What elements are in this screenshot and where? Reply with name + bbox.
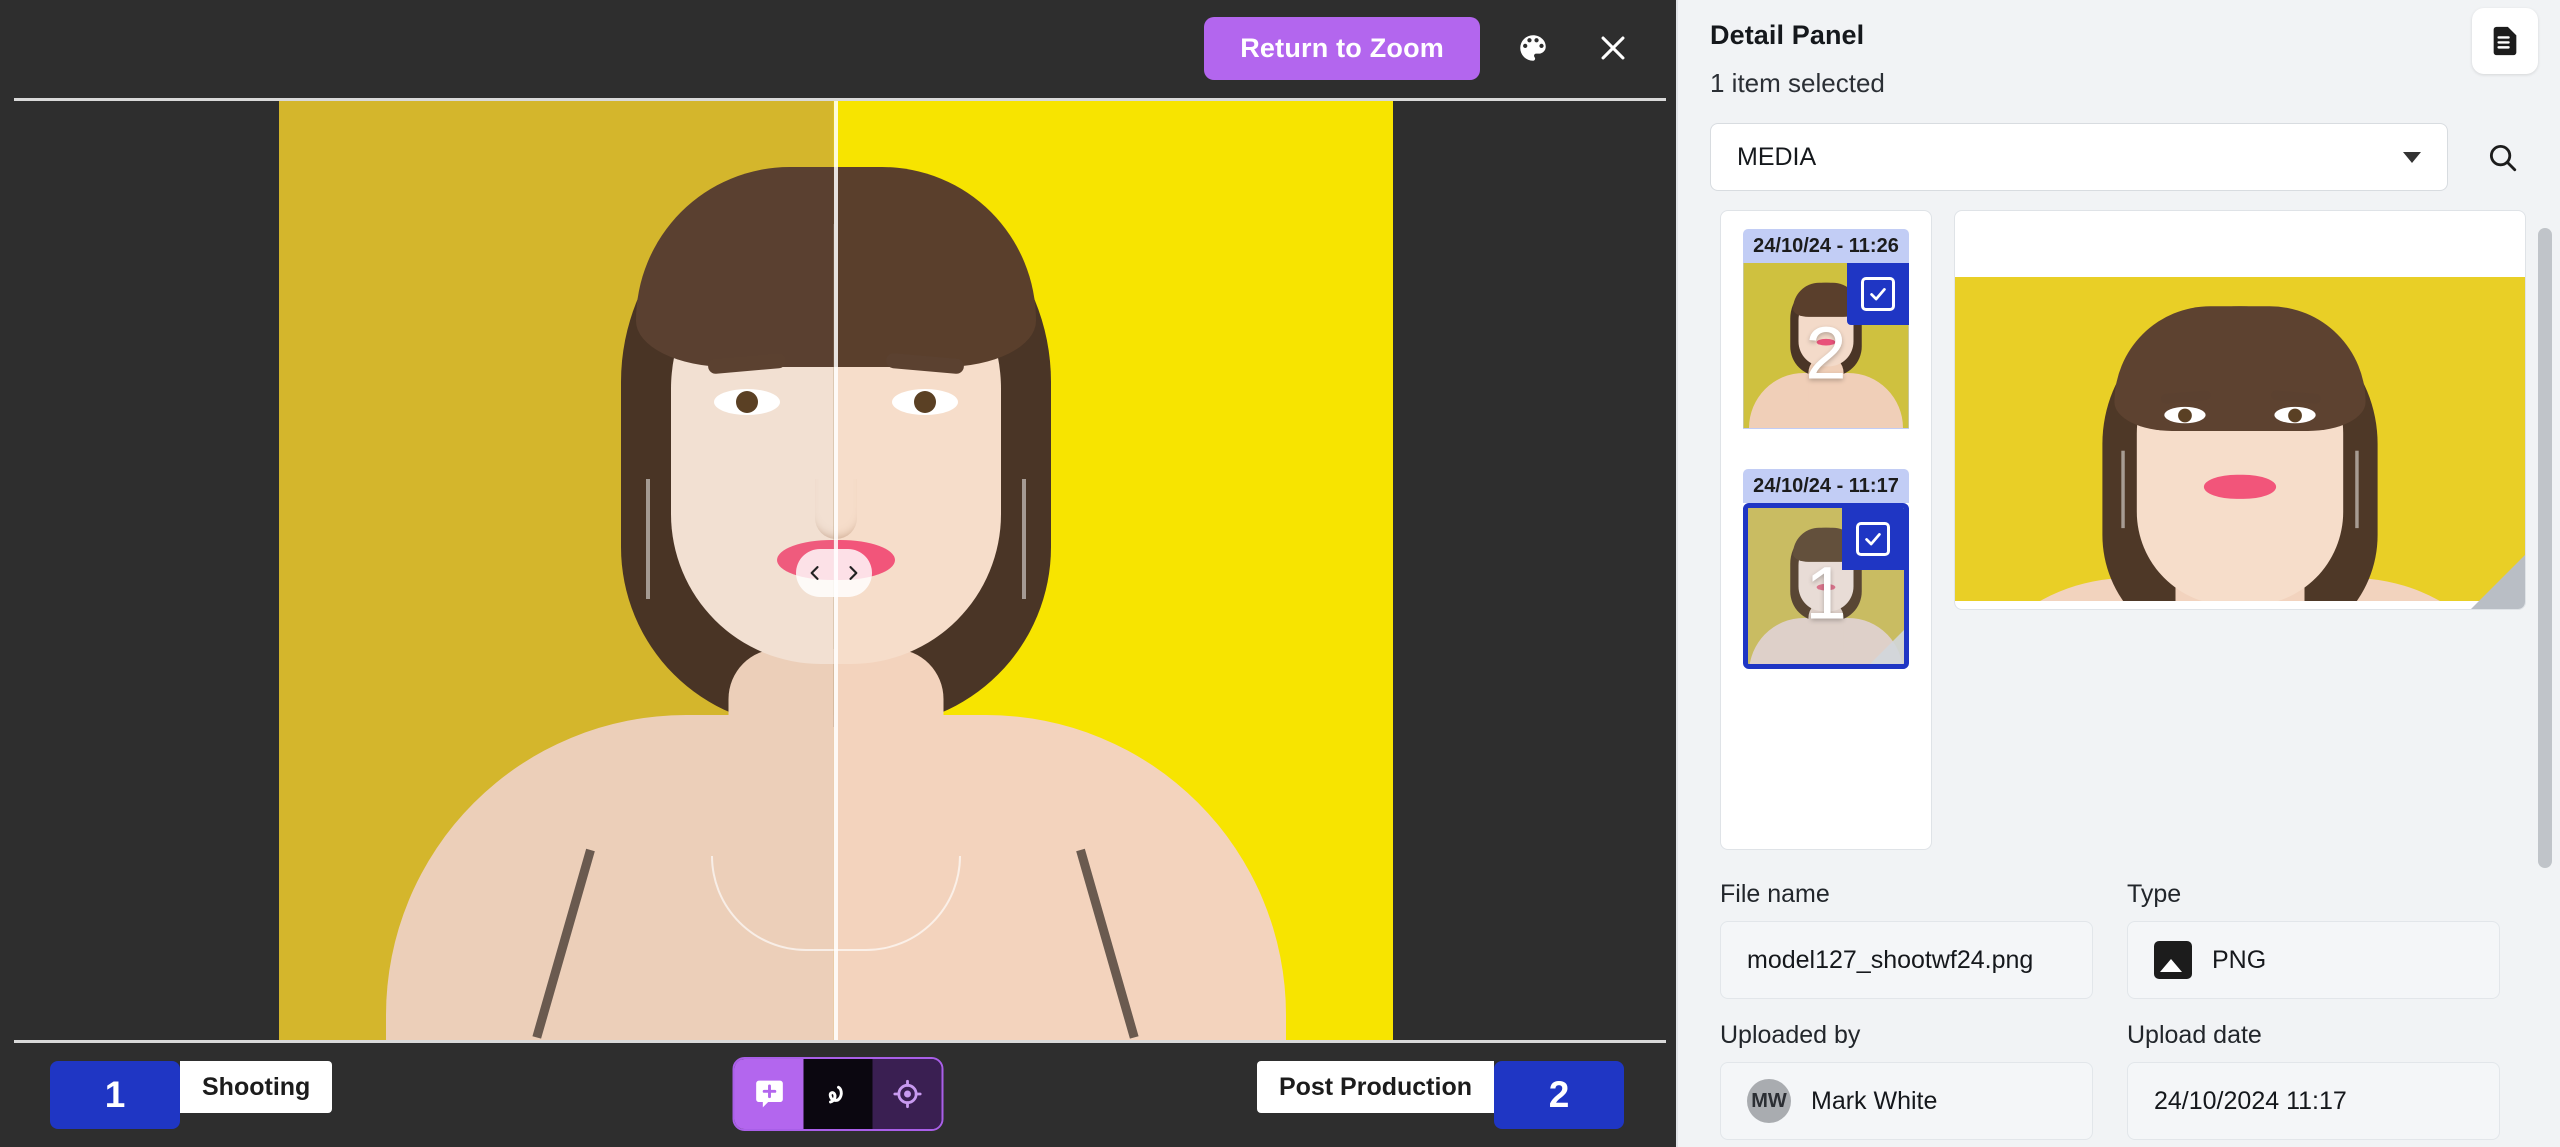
thumbnail-date: 24/10/24 - 11:17 [1743, 469, 1909, 503]
detail-panel-body: 24/10/24 - 11:26 2 24/10/24 - 11:17 1 Fi… [1676, 200, 2560, 1147]
focus-target-icon[interactable] [872, 1059, 942, 1129]
preview-image [1955, 277, 2525, 601]
file-type-text: PNG [2212, 945, 2267, 974]
metadata-label: Type [2127, 880, 2182, 908]
selection-status: 1 item selected [1710, 68, 1885, 98]
metadata-value[interactable]: MW Mark White [1720, 1062, 2093, 1140]
media-category-value: MEDIA [1737, 142, 1817, 171]
media-browser: 24/10/24 - 11:26 2 24/10/24 - 11:17 1 [1676, 200, 2560, 850]
scrollbar-thumb[interactable] [2538, 228, 2552, 868]
media-filter-row: MEDIA [1676, 99, 2560, 191]
annotation-tool-group [732, 1057, 944, 1131]
phase-post-production[interactable]: Post Production 2 [1256, 1061, 1624, 1129]
list-item[interactable]: 24/10/24 - 11:17 1 [1743, 469, 1909, 669]
detail-panel: Detail Panel 1 item selected MEDIA 24/10… [1676, 0, 2560, 1147]
image-file-icon [2154, 941, 2192, 979]
close-icon[interactable] [1586, 21, 1640, 75]
file-name-text: model127_shootwf24.png [1747, 945, 2034, 974]
search-icon[interactable] [2474, 129, 2530, 185]
phase-post-production-number: 2 [1494, 1061, 1624, 1129]
thumbnail-checkbox[interactable] [1847, 263, 1909, 325]
preview-resize-corner-icon[interactable] [2471, 555, 2525, 609]
avatar: MW [1747, 1079, 1791, 1123]
metadata-field-uploaded-by: Uploaded by MW Mark White [1720, 1021, 2093, 1140]
app-root: Return to Zoom 1 Shooting Post Productio… [0, 0, 2560, 1147]
chevron-down-icon [2403, 151, 2421, 163]
page-title: Detail Panel [1710, 20, 1865, 50]
image-compare-viewer: Return to Zoom 1 Shooting Post Productio… [0, 0, 1676, 1147]
media-category-select[interactable]: MEDIA [1710, 123, 2448, 191]
viewer-toolbar: Return to Zoom [0, 0, 1676, 96]
thumbnail-list: 24/10/24 - 11:26 2 24/10/24 - 11:17 1 [1720, 210, 1932, 850]
phase-post-production-label: Post Production [1256, 1061, 1494, 1113]
metadata-label: Uploaded by [1720, 1021, 1861, 1049]
metadata-value[interactable]: model127_shootwf24.png [1720, 921, 2093, 999]
upload-date-text: 24/10/2024 11:17 [2154, 1086, 2347, 1115]
phase-shooting-label: Shooting [180, 1061, 333, 1113]
workflow-bar: 1 Shooting Post Production 2 [0, 1043, 1676, 1147]
chevron-right-icon[interactable] [841, 561, 865, 585]
metadata-label: Upload date [2127, 1021, 2262, 1049]
uploader-name-text: Mark White [1811, 1086, 1938, 1115]
thumbnail-checkbox[interactable] [1842, 508, 1904, 570]
metadata-field-file-name: File name model127_shootwf24.png [1720, 880, 2093, 999]
document-icon[interactable] [2472, 8, 2538, 74]
phase-shooting[interactable]: 1 Shooting [50, 1061, 333, 1129]
checkmark-icon [1856, 522, 1890, 556]
return-to-zoom-button[interactable]: Return to Zoom [1204, 16, 1480, 80]
freehand-draw-icon[interactable] [803, 1059, 873, 1129]
detail-panel-header: Detail Panel 1 item selected [1676, 0, 2560, 99]
add-comment-icon[interactable] [734, 1059, 804, 1129]
thumbnail-date: 24/10/24 - 11:26 [1743, 229, 1909, 263]
thumbnail-image[interactable]: 1 [1743, 503, 1909, 669]
metadata-label: File name [1720, 880, 1830, 908]
viewer-top-divider [14, 98, 1666, 101]
checkmark-icon [1861, 277, 1895, 311]
detail-panel-scrollbar[interactable] [2538, 228, 2552, 928]
media-preview-card[interactable] [1954, 210, 2526, 610]
metadata-field-upload-date: Upload date 24/10/2024 11:17 [2127, 1021, 2500, 1140]
metadata-value[interactable]: PNG [2127, 921, 2500, 999]
phase-shooting-number: 1 [50, 1061, 180, 1129]
thumbnail-image[interactable]: 2 [1743, 263, 1909, 429]
list-item[interactable]: 24/10/24 - 11:26 2 [1743, 229, 1909, 429]
thumbnail-resize-corner-icon [1870, 630, 1904, 664]
chevron-left-icon[interactable] [803, 561, 827, 585]
before-after-stage[interactable] [279, 101, 1393, 1045]
metadata-value[interactable]: 24/10/2024 11:17 [2127, 1062, 2500, 1140]
compare-slider-handle[interactable] [795, 549, 872, 597]
metadata-field-type: Type PNG [2127, 880, 2500, 999]
metadata-grid: File name model127_shootwf24.png Type PN… [1676, 850, 2560, 1140]
palette-icon[interactable] [1506, 21, 1560, 75]
